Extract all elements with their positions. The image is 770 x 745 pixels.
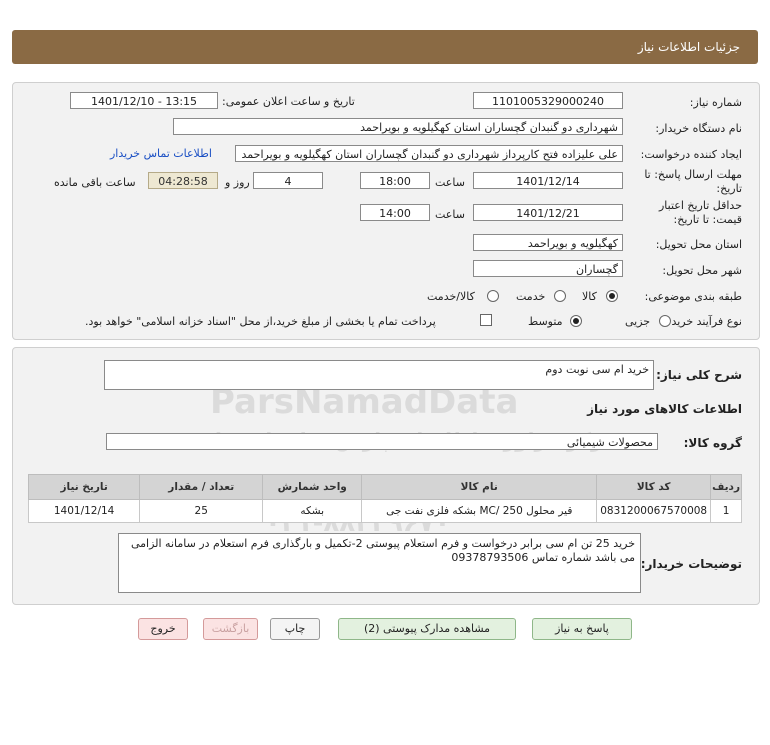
buyer-org-field: شهرداری دو گنبدان گچساران استان کهگیلویه… xyxy=(173,118,623,135)
category-option-service: خدمت xyxy=(516,290,546,303)
process-type-label: نوع فرآیند خرید : xyxy=(664,315,742,328)
delivery-province-field: کهگیلویه و بویراحمد xyxy=(473,234,623,251)
process-radio-minor[interactable] xyxy=(659,315,671,327)
goods-table-header: ردیف کد کالا نام کالا واحد شمارش تعداد /… xyxy=(27,474,742,500)
price-time-label: ساعت xyxy=(435,208,465,221)
price-validity-label: حداقل تاریخ اعتبار قیمت: تا تاریخ: xyxy=(658,199,742,226)
cell-code: 0831200067570008 xyxy=(596,499,712,523)
page-header: جزئیات اطلاعات نیاز xyxy=(12,30,758,64)
remaining-days-field: 4 xyxy=(253,172,323,189)
buyer-notes-field: خرید 25 تن ام سی برابر درخواست و فرم است… xyxy=(118,533,641,593)
treasury-payment-note: پرداخت تمام یا بخشی از مبلغ خرید،از محل … xyxy=(85,315,436,328)
buyer-org-label: نام دستگاه خریدار: xyxy=(655,122,742,135)
goods-group-field: محصولات شیمیائی xyxy=(106,433,658,450)
col-qty: تعداد / مقدار xyxy=(139,474,264,500)
cell-name: قیر محلول MC/ 250 بشکه فلزی نفت جی xyxy=(361,499,598,523)
need-summary-label: شرح کلی نیاز: xyxy=(656,368,742,382)
announce-datetime-field: 1401/12/10 - 13:15 xyxy=(70,92,218,109)
col-unit: واحد شمارش xyxy=(262,474,363,500)
reply-to-need-button[interactable]: پاسخ به نیاز xyxy=(532,618,632,640)
cell-row: 1 xyxy=(710,499,742,523)
goods-table: ردیف کد کالا نام کالا واحد شمارش تعداد /… xyxy=(27,474,742,523)
price-date-field: 1401/12/21 xyxy=(473,204,623,221)
need-number-field: 1101005329000240 xyxy=(473,92,623,109)
delivery-province-label: استان محل تحویل: xyxy=(655,238,742,251)
delivery-city-field: گچساران xyxy=(473,260,623,277)
reply-time-label: ساعت xyxy=(435,176,465,189)
category-radio-goods-service[interactable] xyxy=(487,290,499,302)
creator-field: علی علیزاده فتح کارپرداز شهرداری دو گنبد… xyxy=(235,145,623,162)
cell-qty: 25 xyxy=(139,499,264,523)
page-title: جزئیات اطلاعات نیاز xyxy=(637,40,740,54)
cell-unit: بشکه xyxy=(262,499,363,523)
col-name: نام کالا xyxy=(361,474,598,500)
reply-deadline-label: مهلت ارسال پاسخ: تا تاریخ: xyxy=(644,168,742,195)
col-code: کد کالا xyxy=(596,474,712,500)
process-option-medium: متوسط xyxy=(528,315,563,328)
col-date: تاریخ نیاز xyxy=(27,474,141,500)
goods-info-title: اطلاعات کالاهای مورد نیاز xyxy=(587,402,742,416)
category-label: طبقه بندی موضوعی: xyxy=(644,290,742,303)
need-summary-field: خرید ام سی نوبت دوم xyxy=(104,360,654,390)
creator-label: ایجاد کننده درخواست: xyxy=(640,148,742,161)
treasury-payment-checkbox[interactable] xyxy=(480,314,492,326)
days-label: روز و xyxy=(225,176,250,189)
buyer-contact-link[interactable]: اطلاعات تماس خریدار xyxy=(110,147,212,160)
reply-time-field: 18:00 xyxy=(360,172,430,189)
process-option-minor: جزیی xyxy=(625,315,651,328)
print-button[interactable]: چاپ xyxy=(270,618,320,640)
goods-group-label: گروه کالا: xyxy=(683,436,742,450)
col-row: ردیف xyxy=(710,474,742,500)
category-option-goods: کالا xyxy=(582,290,597,303)
table-row: 1 0831200067570008 قیر محلول MC/ 250 بشک… xyxy=(27,499,742,523)
price-time-field: 14:00 xyxy=(360,204,430,221)
need-number-label: شماره نیاز: xyxy=(689,96,742,109)
category-radio-service[interactable] xyxy=(554,290,566,302)
remaining-time-label: ساعت باقی مانده xyxy=(54,176,136,189)
exit-button[interactable]: خروج xyxy=(138,618,188,640)
buyer-notes-label: توضیحات خریدار: xyxy=(640,557,742,571)
back-button[interactable]: بازگشت xyxy=(203,618,258,640)
category-radio-goods[interactable] xyxy=(606,290,618,302)
reply-date-field: 1401/12/14 xyxy=(473,172,623,189)
view-attachments-button[interactable]: مشاهده مدارک پیوستی (2) xyxy=(338,618,516,640)
category-option-goods-service: کالا/خدمت xyxy=(427,290,475,303)
remaining-time-field: 04:28:58 xyxy=(148,172,218,189)
delivery-city-label: شهر محل تحویل: xyxy=(662,264,742,277)
cell-date: 1401/12/14 xyxy=(27,499,141,523)
announce-datetime-label: تاریخ و ساعت اعلان عمومی: xyxy=(222,95,355,108)
process-radio-medium[interactable] xyxy=(570,315,582,327)
